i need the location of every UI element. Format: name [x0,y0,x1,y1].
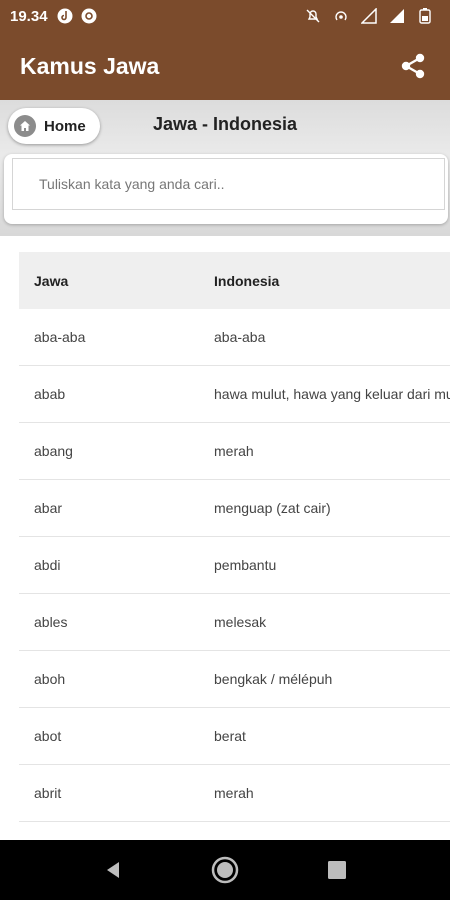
search-container [4,154,448,224]
home-nav-icon[interactable] [207,852,243,888]
word-indonesia: pembantu [214,557,277,573]
table-row[interactable]: ables melesak [19,594,450,651]
column-header-indonesia: Indonesia [214,272,280,289]
recents-icon[interactable] [319,852,355,888]
status-time: 19.34 [10,7,48,25]
status-bar: 19.34 [0,0,450,32]
word-indonesia: berat [214,728,246,744]
word-indonesia: bengkak / mélépuh [214,671,333,687]
table-row[interactable]: aboh bengkak / mélépuh [19,651,450,708]
back-icon[interactable] [95,852,131,888]
battery-icon [416,7,434,25]
word-jawa: aba-aba [34,329,86,345]
word-indonesia: aba-aba [214,329,266,345]
signal-icon [360,7,378,25]
word-indonesia: merah [214,785,254,801]
table-row[interactable]: abar menguap (zat cair) [19,480,450,537]
table-row[interactable]: abot berat [19,708,450,765]
table-row[interactable]: abdi pembantu [19,537,450,594]
word-jawa: abot [34,728,62,744]
word-indonesia: melesak [214,614,267,630]
hotspot-icon [332,7,350,25]
table-row[interactable]: abrit merah [19,765,450,822]
table-row[interactable]: abang merah [19,423,450,480]
word-jawa: ables [34,614,68,630]
dictionary-header: Home Jawa - Indonesia [0,100,450,236]
table-row[interactable]: abab hawa mulut, hawa yang keluar dari m… [19,366,450,423]
word-jawa: abab [34,386,66,402]
page-title: Jawa - Indonesia [152,114,298,134]
word-indonesia: menguap (zat cair) [214,500,331,516]
app-bar: Kamus Jawa [0,32,450,100]
word-indonesia: merah [214,443,254,459]
tiktok-icon [56,7,74,25]
word-jawa: abang [34,443,73,459]
table-header: Jawa Indonesia [19,252,450,309]
word-jawa: aboh [34,671,66,687]
share-icon[interactable] [396,49,430,83]
system-nav-bar [0,840,450,900]
word-jawa: abar [34,500,63,516]
app-title: Kamus Jawa [20,52,160,79]
word-jawa: abdi [34,557,61,573]
table-row[interactable]: aba-aba aba-aba [19,309,450,366]
word-indonesia: hawa mulut, hawa yang keluar dari mulut [214,386,450,402]
at-sign-icon [80,7,98,25]
dictionary-table: Jawa Indonesia aba-aba aba-aba abab hawa… [19,252,450,822]
signal-icon [388,7,406,25]
search-input[interactable] [12,158,445,210]
notifications-off-icon [304,7,322,25]
column-header-jawa: Jawa [34,272,69,289]
word-jawa: abrit [34,785,62,801]
